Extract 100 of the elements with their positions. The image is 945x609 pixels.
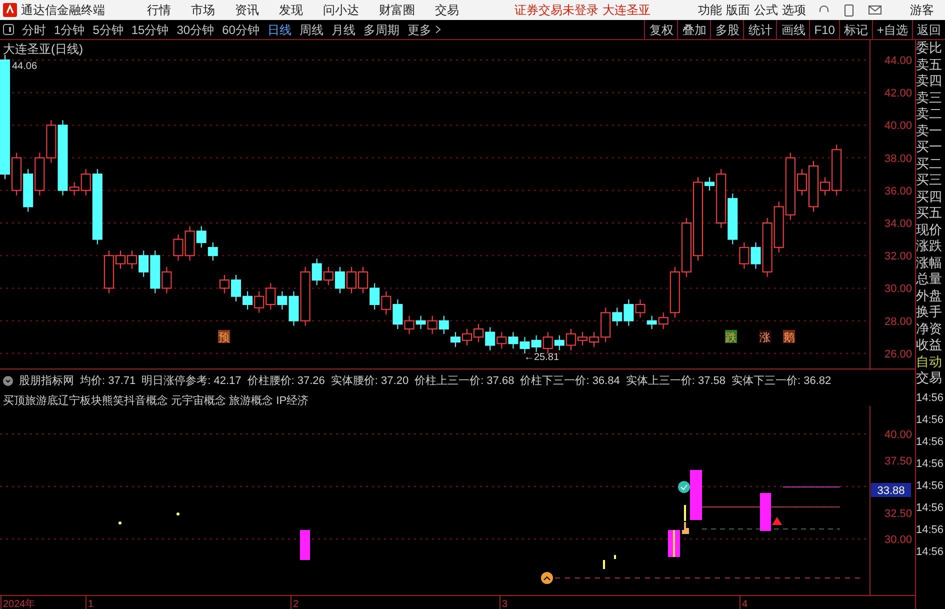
trade-time: 14:56: [916, 522, 945, 538]
quote-label: 买二: [916, 156, 943, 172]
candle: [173, 234, 184, 262]
signal-tag: 鹅: [783, 330, 795, 344]
toolbar-button[interactable]: 多股: [710, 20, 744, 40]
indicator-value: 实体腰价: 37.20: [330, 374, 409, 389]
quote-label: 外盘: [916, 288, 943, 304]
chevron-right-icon[interactable]: [435, 25, 442, 34]
candle: [346, 266, 356, 294]
candle: [681, 218, 692, 278]
candle: [554, 334, 564, 351]
menu-item[interactable]: 交易: [435, 1, 459, 19]
candle: [646, 315, 657, 330]
period-tab[interactable]: 分时: [18, 20, 50, 38]
signal-tag: 预: [218, 330, 230, 344]
period-tab[interactable]: 30分钟: [172, 20, 218, 38]
mail-icon[interactable]: [868, 5, 882, 15]
signal-tick: [684, 505, 686, 521]
price-axis-label: 38.00: [884, 152, 912, 165]
indicator-axis-label: 30.00: [884, 534, 912, 546]
quote-label: 买一: [916, 139, 943, 156]
hand-cursor-icon: [682, 522, 689, 534]
candle: [416, 315, 426, 330]
time-axis-label: 4: [742, 599, 748, 609]
indicator-axis-label: 40.00: [884, 429, 912, 441]
candle: [254, 290, 264, 314]
panel-toggle-icon[interactable]: [3, 24, 14, 35]
trade-time: 14:56: [916, 500, 945, 516]
period-tab[interactable]: 月线: [327, 20, 360, 38]
toolbar-button[interactable]: 统计: [743, 20, 776, 40]
indicator-value: 价柱下三一价: 36.84: [520, 374, 620, 389]
price-axis-label: 26.00: [884, 348, 912, 360]
triangle-icon: [772, 517, 782, 525]
toolbar-button[interactable]: +自选: [872, 20, 912, 40]
candle: [635, 299, 646, 318]
signal-bar: [690, 470, 702, 520]
menu-item[interactable]: 功能: [698, 1, 722, 19]
candle: [485, 326, 496, 351]
signal-tick: [614, 555, 616, 559]
user-name[interactable]: 游客: [910, 1, 934, 19]
period-tab[interactable]: 多周期: [359, 20, 404, 38]
period-tab[interactable]: 更多: [403, 20, 436, 38]
indicator-value: 明日涨停参考: 42.17: [142, 374, 242, 389]
signal-bar: [760, 493, 771, 531]
menu-item[interactable]: 版面: [726, 1, 750, 19]
candle: [358, 266, 368, 294]
quote-label: 交易: [916, 370, 943, 386]
menu-item[interactable]: 行情: [147, 1, 171, 19]
menu-item[interactable]: 问小达: [323, 1, 359, 19]
signal-bar: [300, 530, 310, 560]
current-value-tag: 33.88: [871, 483, 911, 497]
menu-item[interactable]: 市场: [191, 1, 215, 19]
app-logo-icon: [3, 3, 17, 17]
menu-item[interactable]: 资讯: [235, 1, 259, 19]
period-tab[interactable]: 周线: [295, 20, 328, 38]
price-axis-label: 36.00: [884, 185, 912, 198]
price-axis-label: 42.00: [884, 88, 912, 100]
period-tab[interactable]: 15分钟: [127, 20, 173, 38]
quote-label: 买四: [916, 188, 943, 205]
indicator-axis-label: 37.50: [884, 455, 912, 468]
menu-item[interactable]: 选项: [782, 1, 806, 19]
quote-label: 自动: [916, 354, 943, 370]
menu-item[interactable]: 发现: [279, 1, 303, 19]
toolbar-button[interactable]: 叠加: [677, 20, 710, 40]
menu-item[interactable]: 财富圈: [379, 1, 415, 19]
indicator-value: 价柱腰价: 37.26: [247, 374, 325, 389]
signal-dot: [118, 522, 122, 524]
quote-label: 卖二: [916, 106, 943, 122]
phone-icon[interactable]: [844, 4, 854, 16]
signal-bar: [668, 530, 680, 557]
toolbar-button[interactable]: 标记: [838, 20, 872, 40]
period-tab[interactable]: 5分钟: [88, 20, 128, 38]
signal-dot: [176, 512, 180, 516]
toolbar-button[interactable]: 画线: [776, 20, 810, 40]
indicator-name: 股朋指标网: [19, 374, 74, 389]
quote-label: 委比: [916, 40, 943, 56]
toolbar-button[interactable]: F10: [809, 20, 839, 40]
signal-tag: 跌: [725, 330, 737, 344]
trade-time: 14:56: [916, 412, 945, 428]
trade-time: 14:56: [916, 544, 945, 560]
candle: [578, 332, 588, 346]
period-tab[interactable]: 日线: [263, 20, 296, 38]
candle: [438, 315, 449, 334]
candle: [208, 242, 218, 262]
menu-item[interactable]: 公式: [754, 1, 778, 19]
candle: [624, 299, 634, 326]
status-text: 证券交易未登录: [514, 2, 598, 19]
period-tab[interactable]: 1分钟: [50, 20, 89, 38]
toolbar-button[interactable]: 复权: [644, 20, 678, 40]
quote-label: 收益: [916, 337, 943, 354]
price-axis-label: 40.00: [884, 120, 912, 132]
candle: [462, 328, 472, 346]
period-tab[interactable]: 60分钟: [218, 20, 264, 38]
toolbar-button[interactable]: 返回: [912, 20, 945, 40]
quote-label: 换手: [916, 304, 943, 320]
candle: [370, 282, 380, 310]
candle: [12, 152, 22, 196]
candle: [542, 332, 553, 354]
quote-label: 卖一: [916, 122, 943, 139]
chevron-down-icon[interactable]: [3, 376, 13, 386]
